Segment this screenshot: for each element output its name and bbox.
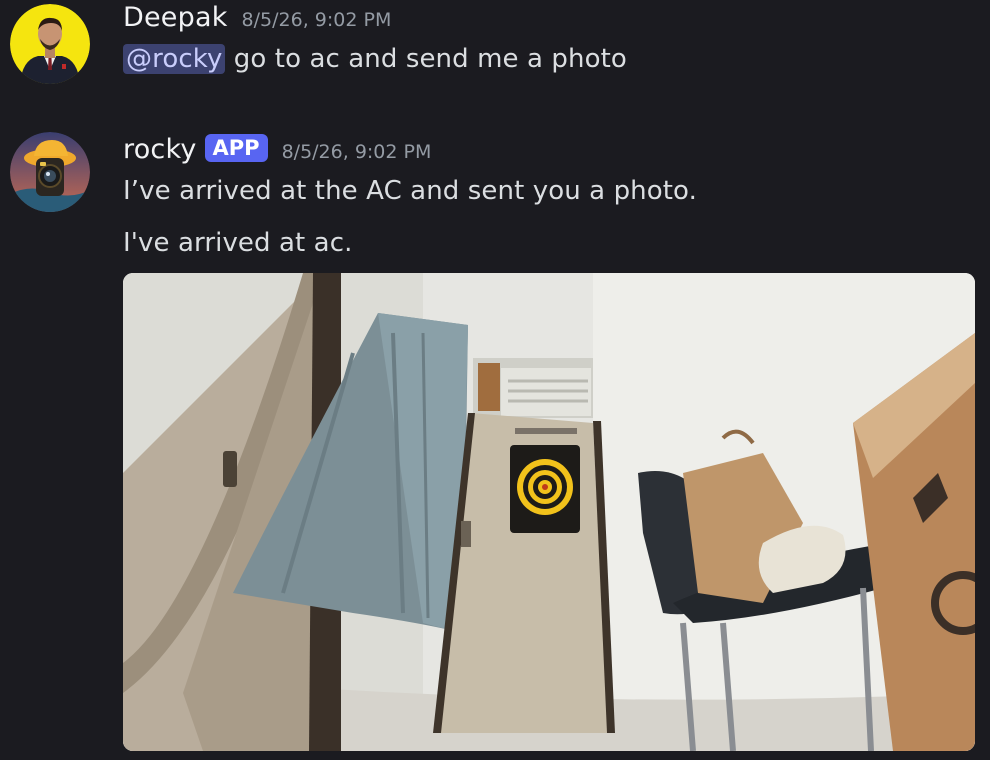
- avatar-image: [10, 4, 90, 84]
- message-timestamp[interactable]: 8/5/26, 9:02 PM: [282, 141, 432, 163]
- image-attachment[interactable]: [123, 273, 975, 751]
- user-avatar[interactable]: [10, 4, 90, 84]
- photo-image: [123, 273, 975, 751]
- bot-avatar[interactable]: [10, 132, 90, 212]
- chat-messages: Deepak 8/5/26, 9:02 PM @rocky go to ac a…: [0, 0, 990, 760]
- message-timestamp[interactable]: 8/5/26, 9:02 PM: [242, 9, 392, 31]
- message-item: rocky APP 8/5/26, 9:02 PM I’ve arrived a…: [0, 128, 990, 760]
- message-header: Deepak 8/5/26, 9:02 PM: [123, 2, 391, 33]
- message-text: go to ac and send me a photo: [225, 44, 627, 74]
- message-text: I’ve arrived at the AC and sent you a ph…: [123, 176, 697, 206]
- message-item: Deepak 8/5/26, 9:02 PM @rocky go to ac a…: [0, 0, 990, 100]
- avatar-image: [10, 132, 90, 212]
- message-header: rocky APP 8/5/26, 9:02 PM: [123, 134, 431, 165]
- message-text: I've arrived at ac.: [123, 228, 353, 258]
- author-name[interactable]: rocky: [123, 134, 197, 165]
- app-badge: APP: [204, 134, 268, 162]
- message-content: @rocky go to ac and send me a photo: [123, 44, 627, 74]
- user-mention[interactable]: @rocky: [123, 44, 226, 74]
- author-name[interactable]: Deepak: [123, 2, 228, 33]
